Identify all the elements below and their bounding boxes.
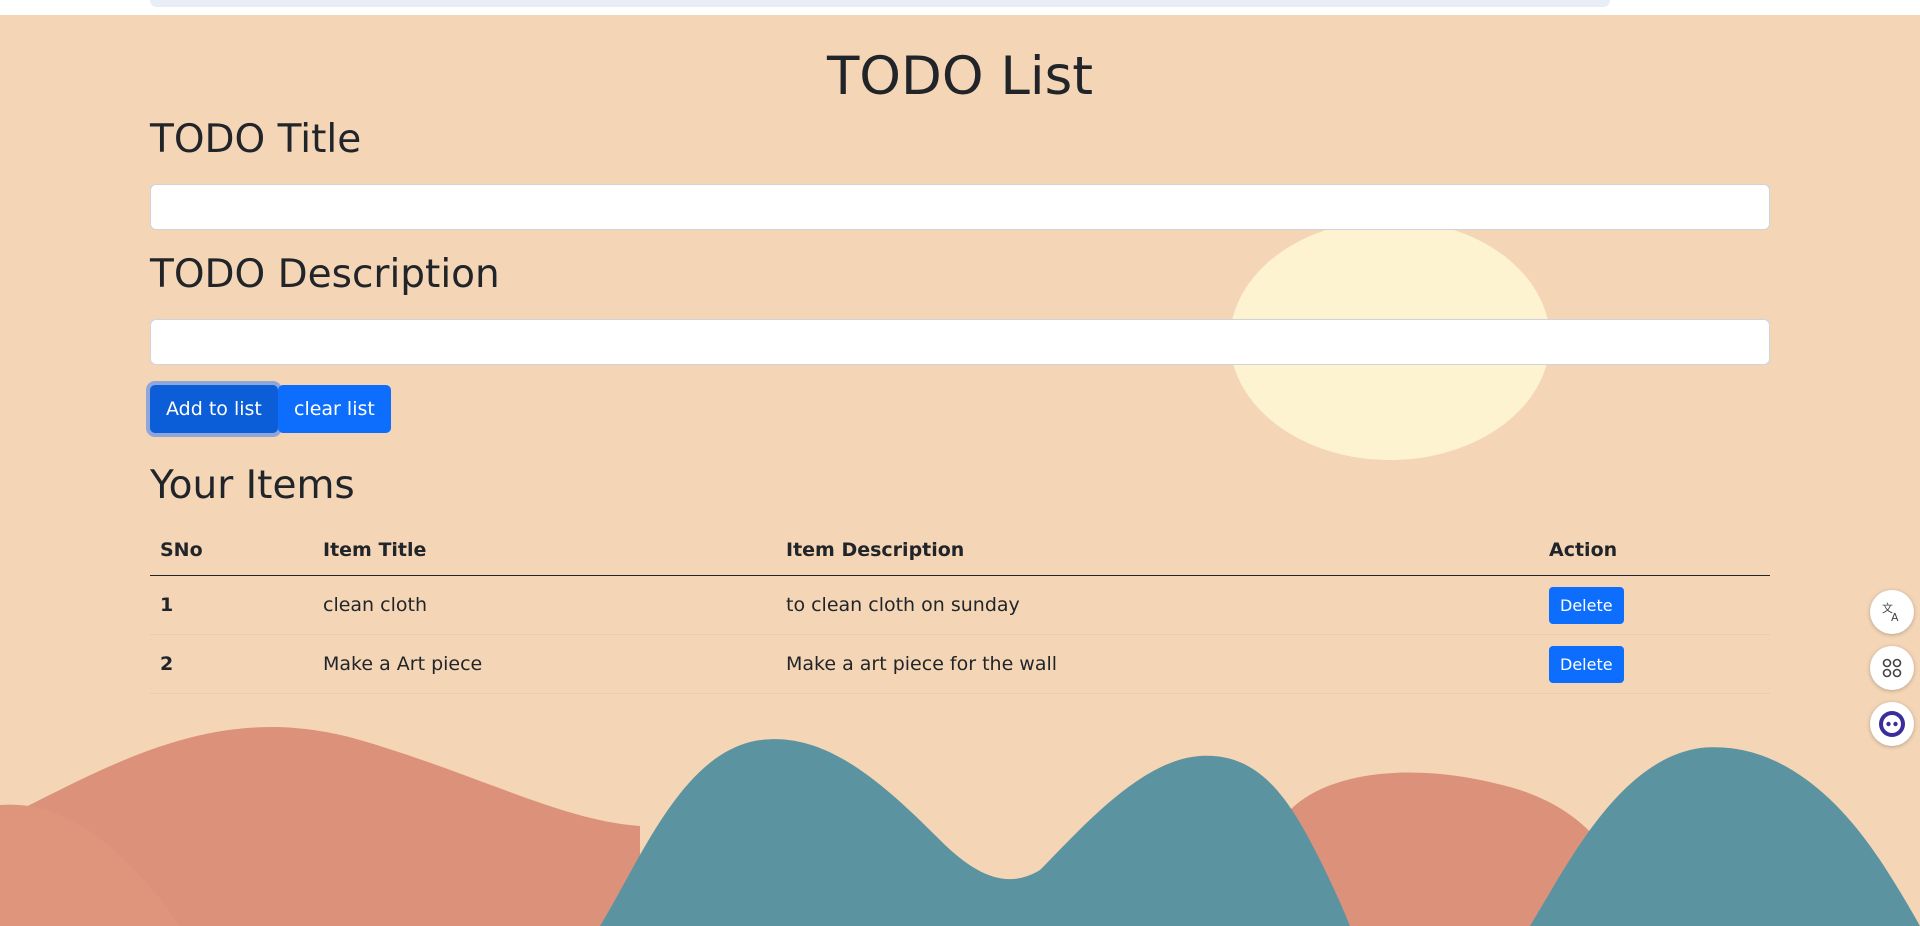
- row-item-title: clean cloth: [313, 575, 776, 635]
- clear-list-button[interactable]: clear list: [278, 385, 391, 433]
- grid-glyph: [1882, 658, 1902, 678]
- bot-glyph: [1879, 711, 1905, 737]
- row-sno: 1: [150, 575, 313, 635]
- col-header-sno: SNo: [150, 525, 313, 576]
- row-action-cell: Delete: [1539, 575, 1770, 635]
- delete-button[interactable]: Delete: [1549, 586, 1624, 624]
- assistant-bot-icon[interactable]: [1870, 702, 1914, 746]
- col-header-item-description: Item Description: [776, 525, 1539, 576]
- translate-glyph: 文 A: [1882, 601, 1899, 623]
- table-row: 1 clean cloth to clean cloth on sunday D…: [150, 575, 1770, 635]
- todo-title-input[interactable]: [150, 184, 1770, 230]
- row-item-description: Make a art piece for the wall: [776, 634, 1539, 694]
- col-header-action: Action: [1539, 525, 1770, 576]
- row-sno: 2: [150, 634, 313, 694]
- svg-text:A: A: [1891, 611, 1899, 623]
- apps-grid-icon[interactable]: [1870, 646, 1914, 690]
- items-table: SNo Item Title Item Description Action 1…: [150, 525, 1770, 694]
- teal-hills: [600, 739, 1350, 926]
- todo-title-label: TODO Title: [150, 117, 362, 162]
- your-items-heading: Your Items: [150, 463, 355, 508]
- delete-button[interactable]: Delete: [1549, 645, 1624, 683]
- right-teal-hill: [1530, 747, 1920, 926]
- browser-top-strip: [0, 0, 1920, 15]
- row-action-cell: Delete: [1539, 634, 1770, 694]
- page-title: TODO List: [826, 46, 1094, 107]
- address-bar-edge: [150, 0, 1610, 7]
- translate-icon[interactable]: 文 A: [1870, 590, 1914, 634]
- add-to-list-button[interactable]: Add to list: [150, 385, 278, 433]
- row-item-title: Make a Art piece: [313, 634, 776, 694]
- col-header-item-title: Item Title: [313, 525, 776, 576]
- todo-description-label: TODO Description: [150, 252, 500, 297]
- table-row: 2 Make a Art piece Make a art piece for …: [150, 634, 1770, 694]
- row-item-description: to clean cloth on sunday: [776, 575, 1539, 635]
- table-header-row: SNo Item Title Item Description Action: [150, 525, 1770, 576]
- todo-description-input[interactable]: [150, 319, 1770, 365]
